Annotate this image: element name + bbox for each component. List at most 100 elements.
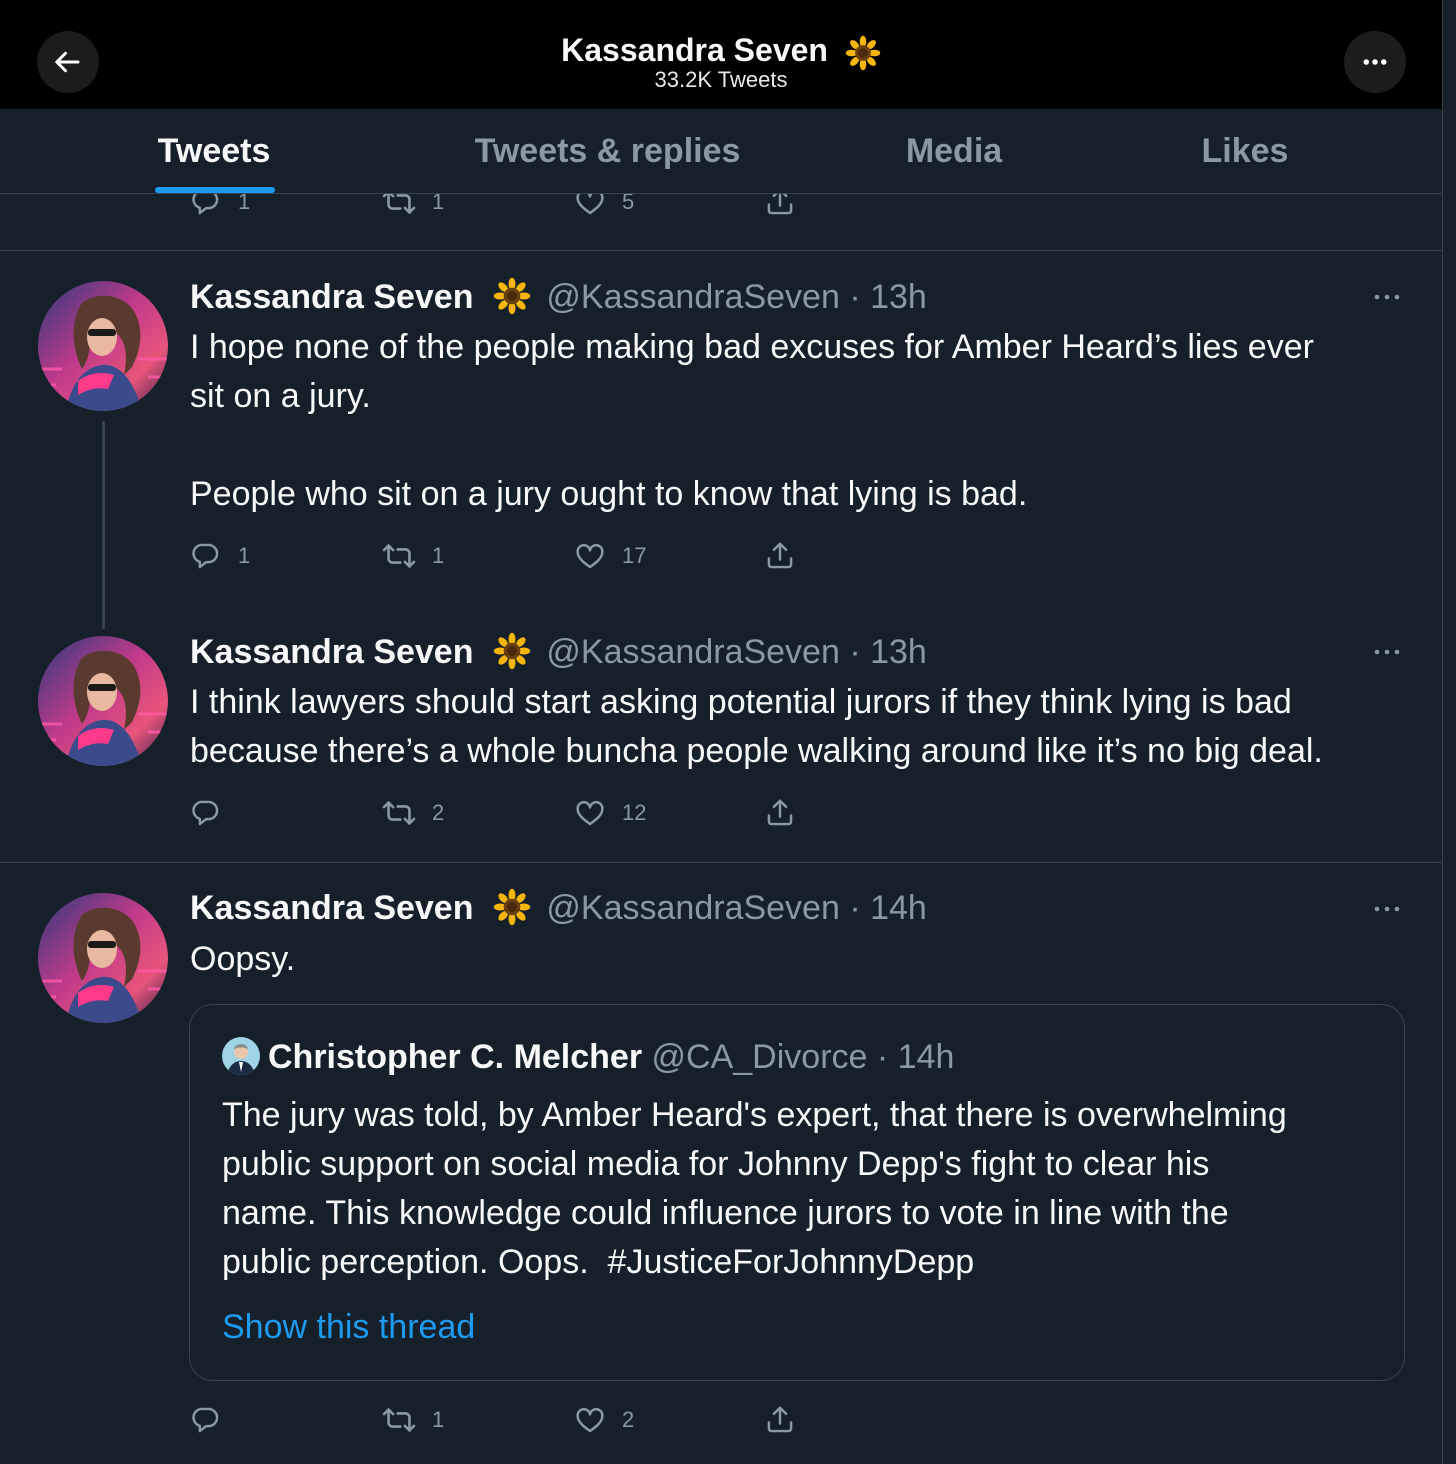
tab-media[interactable]: Media (870, 109, 1038, 193)
share-icon (767, 799, 793, 826)
reply-button[interactable]: 1 (190, 536, 250, 576)
retweet-count: 1 (432, 543, 445, 568)
avatar[interactable] (38, 281, 168, 411)
retweet-count: 1 (432, 1407, 445, 1432)
quoted-author-name: Christopher C. Melcher (268, 1038, 643, 1076)
quoted-avatar-image (222, 1037, 260, 1076)
author-handle[interactable]: @KassandraSeven (546, 889, 839, 927)
reply-button[interactable] (190, 793, 222, 833)
reply-icon (192, 543, 219, 569)
divider (0, 862, 1442, 863)
retweet-icon (382, 1408, 416, 1432)
profile-tabs: Tweets Tweets & replies Media Likes (0, 109, 1442, 194)
quoted-tweet-text: The jury was told, by Amber Heard's expe… (222, 1091, 1382, 1287)
tweet-text-line: because there’s a whole buncha people wa… (190, 732, 1323, 770)
tweet-text: I think lawyers should start asking pote… (190, 678, 1430, 776)
tweet-text-line: People who sit on a jury ought to know t… (190, 475, 1028, 513)
retweet-button[interactable]: 1 (382, 1400, 444, 1440)
quoted-text-line: public support on social media for Johnn… (222, 1145, 1210, 1183)
share-button[interactable] (764, 1400, 796, 1440)
tweet-count: 33.2K Tweets (654, 67, 788, 92)
tweet-more-icon[interactable] (1372, 641, 1402, 663)
show-thread-link[interactable]: Show this thread (222, 1305, 475, 1349)
like-count: 17 (622, 543, 647, 568)
like-button[interactable]: 17 (574, 536, 646, 576)
like-count: 12 (622, 800, 647, 825)
tab-tweets[interactable]: Tweets (110, 109, 318, 193)
author-handle[interactable]: @KassandraSeven (546, 633, 839, 671)
profile-header: Kassandra Seven 33.2K Tweets (0, 0, 1442, 109)
sunflower-emoji-icon (493, 632, 531, 670)
author-name[interactable]: Kassandra Seven (190, 633, 474, 671)
avatar[interactable] (38, 636, 168, 766)
author-name[interactable]: Kassandra Seven (190, 889, 474, 927)
more-horizontal-icon (1363, 59, 1387, 65)
divider (0, 250, 1442, 251)
reply-icon (192, 800, 219, 826)
heart-icon (576, 543, 604, 569)
like-button[interactable]: 2 (574, 1400, 634, 1440)
tab-tweets-and-replies[interactable]: Tweets & replies (440, 109, 775, 193)
separator-dot: · (867, 1038, 898, 1076)
separator-dot: · (839, 633, 871, 671)
thread-connector-line (102, 421, 105, 629)
avatar[interactable] (38, 893, 168, 1023)
share-button[interactable] (764, 536, 796, 576)
tweet-header: Kassandra Seven @KassandraSeven · 14h (190, 886, 927, 930)
reply-count: 1 (238, 543, 251, 568)
tweet-text-line: sit on a jury. (190, 377, 371, 415)
avatar-image (38, 893, 168, 1023)
tweet-actions: 1 2 (190, 1400, 810, 1440)
profile-title: Kassandra Seven (0, 30, 1442, 71)
active-tab-indicator (155, 187, 275, 193)
quoted-tweet-header: Christopher C. Melcher @CA_Divorce · 14h (222, 1035, 954, 1079)
tweet-text: I hope none of the people making bad exc… (190, 323, 1420, 519)
tweet-header: Kassandra Seven @KassandraSeven · 13h (190, 275, 927, 319)
sunflower-emoji-icon (493, 277, 531, 315)
separator-dot: · (839, 278, 871, 316)
quoted-avatar (222, 1037, 260, 1076)
quoted-text-line: The jury was told, by Amber Heard's expe… (222, 1096, 1287, 1134)
tweet-text-line: I hope none of the people making bad exc… (190, 328, 1314, 366)
author-handle[interactable]: @KassandraSeven (546, 278, 839, 316)
retweet-button[interactable]: 1 (382, 536, 444, 576)
tweet-text: Oopsy. (190, 940, 296, 978)
more-options-button[interactable] (1344, 31, 1406, 93)
profile-name: Kassandra Seven (561, 32, 828, 68)
reply-button[interactable] (190, 1400, 222, 1440)
tweet-header: Kassandra Seven @KassandraSeven · 13h (190, 630, 927, 674)
tweet-actions: 2 12 (190, 793, 810, 833)
retweet-icon (382, 544, 416, 568)
retweet-button[interactable]: 2 (382, 793, 444, 833)
tweet-more-icon[interactable] (1372, 286, 1402, 308)
quoted-text-line: public perception. Oops. #JusticeForJohn… (222, 1243, 975, 1281)
tab-likes[interactable]: Likes (1175, 109, 1315, 193)
share-icon (767, 542, 793, 569)
window-edge (1442, 0, 1456, 1464)
avatar-image (38, 281, 168, 411)
heart-icon (576, 1407, 604, 1433)
quoted-tweet-time: 14h (897, 1038, 955, 1076)
quoted-text-line: name. This knowledge could influence jur… (222, 1194, 1229, 1232)
share-button[interactable] (764, 793, 796, 833)
retweet-icon (382, 801, 416, 825)
author-name[interactable]: Kassandra Seven (190, 278, 474, 316)
tweet-actions: 1 1 17 (190, 536, 810, 576)
heart-icon (576, 800, 604, 826)
tweet-time[interactable]: 13h (870, 278, 927, 316)
tweet-text-line: I think lawyers should start asking pote… (190, 683, 1292, 721)
like-count: 2 (622, 1407, 635, 1432)
separator-dot: · (839, 889, 871, 927)
retweet-count: 2 (432, 800, 445, 825)
quoted-author-handle: @CA_Divorce (651, 1038, 868, 1076)
tweet-more-icon[interactable] (1372, 898, 1402, 920)
tweet-time[interactable]: 13h (870, 633, 927, 671)
sunflower-emoji-icon (493, 888, 531, 926)
reply-icon (192, 1407, 219, 1433)
avatar-image (38, 636, 168, 766)
like-button[interactable]: 12 (574, 793, 646, 833)
tweet-time[interactable]: 14h (870, 889, 927, 927)
quoted-tweet[interactable]: Christopher C. Melcher @CA_Divorce · 14h… (189, 1004, 1405, 1381)
share-icon (767, 1406, 793, 1433)
